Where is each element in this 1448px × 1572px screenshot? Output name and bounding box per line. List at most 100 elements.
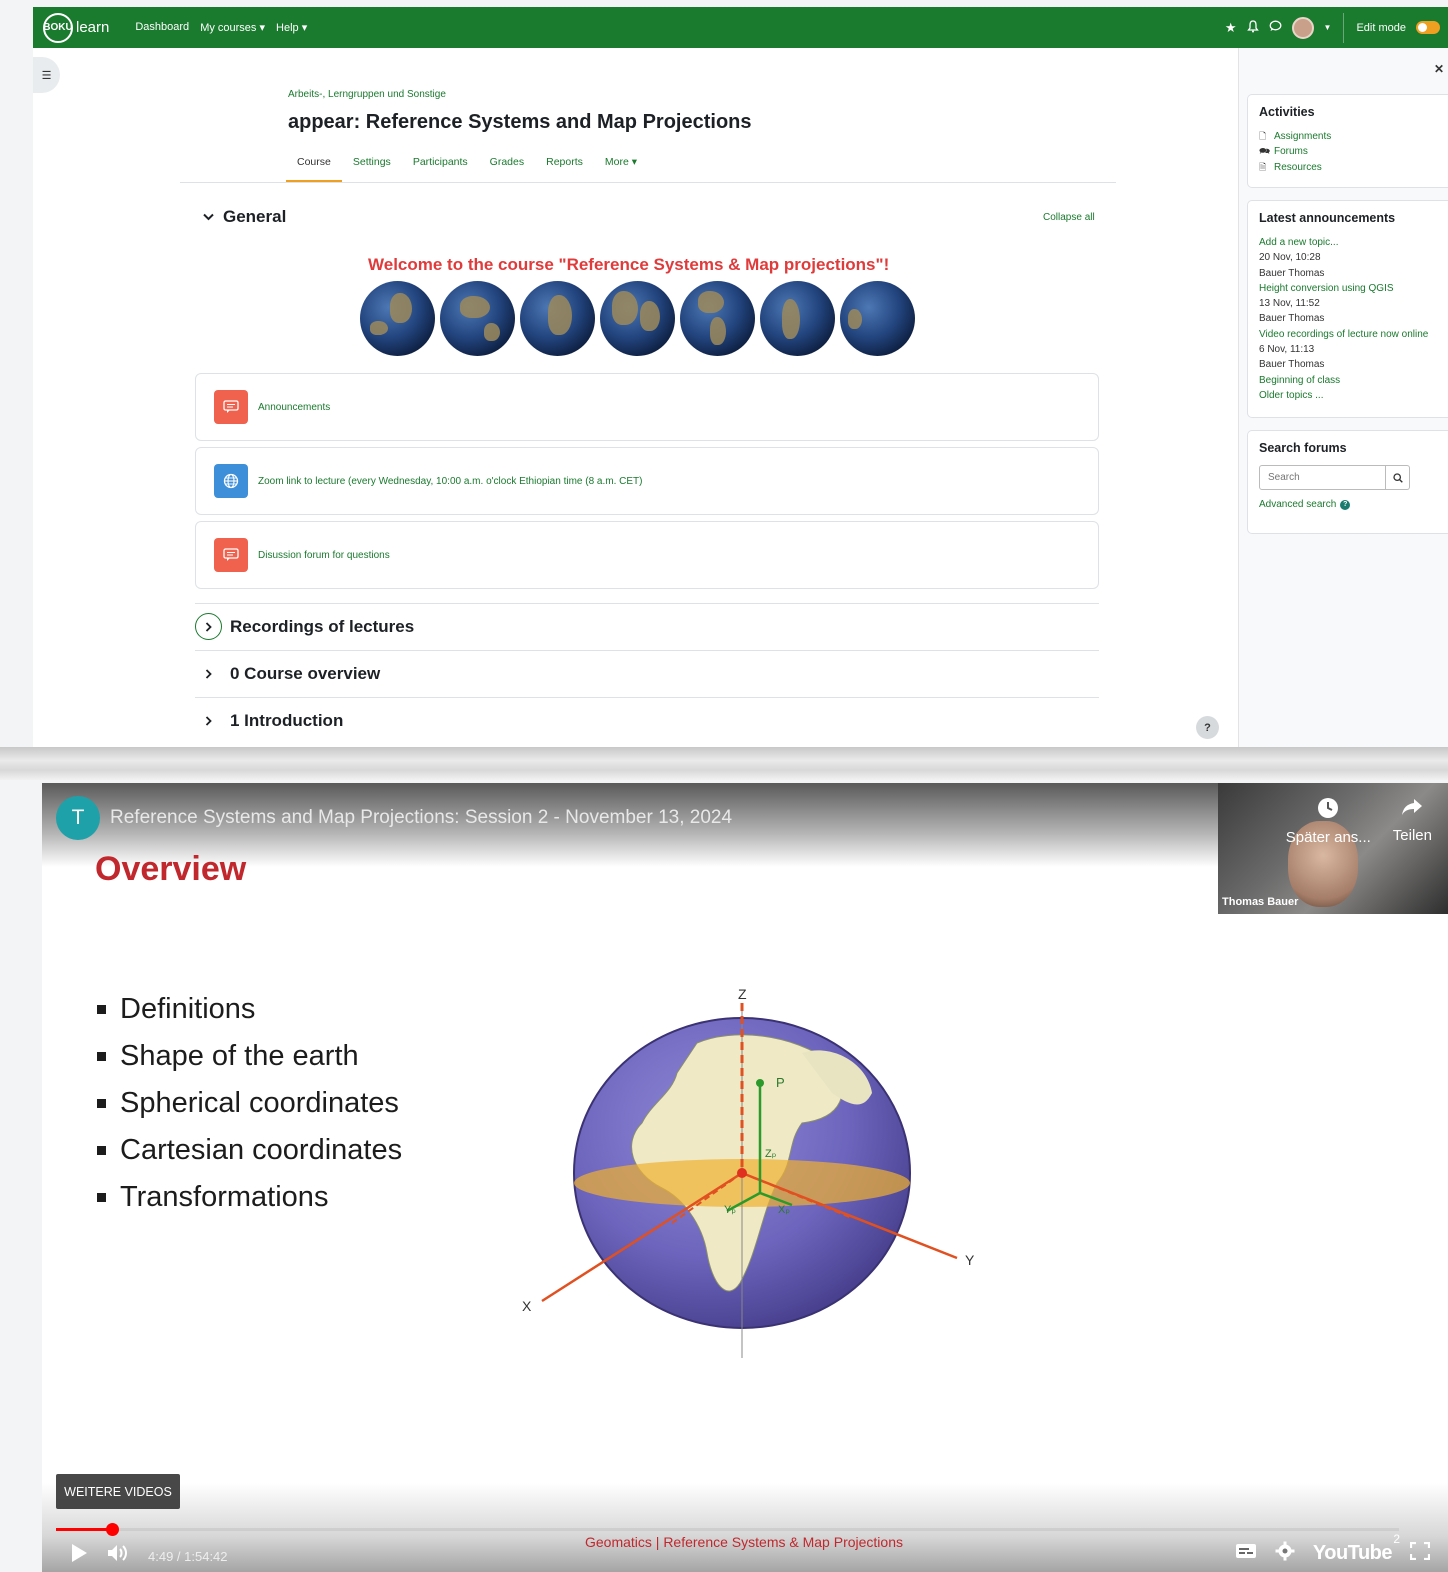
collapse-all-link[interactable]: Collapse all	[1043, 212, 1095, 223]
progress-fill	[56, 1528, 113, 1531]
volume-icon[interactable]	[106, 1543, 130, 1569]
chevron-right-icon[interactable]	[195, 668, 222, 679]
section-course-overview[interactable]: 0 Course overview	[195, 650, 1099, 696]
watch-later-button[interactable]: Später ans...	[1286, 797, 1371, 846]
globe-image	[760, 281, 835, 356]
older-topics-link[interactable]: Older topics ...	[1259, 388, 1438, 403]
close-icon[interactable]: ✕	[1434, 62, 1444, 76]
block-activities: Activities 🗋 Assignments 🗪 Forums 🗎 Resourc…	[1247, 94, 1448, 188]
user-avatar[interactable]	[1291, 16, 1314, 39]
link-label[interactable]: Assignments	[1274, 129, 1331, 144]
coord-label-zp: Zₚ	[765, 1148, 777, 1160]
breadcrumb[interactable]: Arbeits-, Lerngruppen und Sonstige	[288, 89, 446, 100]
tab-reports[interactable]: Reports	[535, 153, 594, 182]
axis-label-z: Z	[738, 986, 747, 1002]
globe-banner	[360, 281, 915, 356]
earth-coordinate-diagram: Z X Y P Zₚ Xₚ Yₚ	[522, 986, 975, 1358]
advanced-search-link[interactable]: Advanced search	[1259, 499, 1336, 510]
chat-icon[interactable]	[1269, 20, 1282, 35]
coord-label-xp: Xₚ	[778, 1204, 790, 1216]
link-label[interactable]: Forums	[1274, 144, 1308, 159]
section-recordings[interactable]: Recordings of lectures	[195, 603, 1099, 649]
section-introduction[interactable]: 1 Introduction	[195, 697, 1099, 743]
channel-avatar[interactable]: T	[56, 796, 100, 840]
site-logo[interactable]: BOKU learn	[43, 12, 110, 43]
slide-bullet-list: Definitions Shape of the earth Spherical…	[97, 986, 402, 1221]
chevron-right-icon[interactable]	[195, 613, 222, 640]
activity-zoom-link[interactable]: Zoom link to lecture (every Wednesday, 1…	[195, 447, 1099, 515]
file-icon: 🗎	[1259, 161, 1267, 172]
tab-course[interactable]: Course	[286, 153, 342, 182]
announcement-link[interactable]: Video recordings of lecture now online	[1259, 327, 1438, 342]
edit-mode-toggle[interactable]	[1416, 21, 1440, 34]
star-icon[interactable]: ★	[1225, 20, 1237, 36]
clock-icon	[1317, 797, 1339, 823]
announcement-link[interactable]: Height conversion using QGIS	[1259, 281, 1438, 296]
forum-small-icon: 🗪	[1259, 146, 1271, 157]
block-drawer: ✕ Activities 🗋 Assignments 🗪 Forums 🗎 Resou…	[1238, 48, 1448, 747]
axis-label-x: X	[522, 1298, 532, 1314]
video-player[interactable]: T Reference Systems and Map Projections:…	[42, 783, 1448, 1572]
activity-discussion-forum[interactable]: Disussion forum for questions	[195, 521, 1099, 589]
moodle-window: BOKU learn Dashboard My courses ▾ Help ▾…	[33, 7, 1448, 747]
assignment-icon: 🗋	[1259, 131, 1267, 141]
nav-help[interactable]: Help ▾	[276, 21, 307, 34]
subtitles-icon[interactable]	[1235, 1543, 1257, 1564]
announcement-date: 13 Nov, 11:52	[1259, 298, 1320, 310]
block-search-forums: Search forums Advanced search ?	[1247, 430, 1448, 534]
progress-bar[interactable]	[56, 1523, 1399, 1536]
forum-icon	[214, 390, 248, 424]
tab-grades[interactable]: Grades	[479, 153, 535, 182]
youtube-logo[interactable]: YouTube 2	[1313, 1532, 1400, 1565]
fullscreen-icon[interactable]	[1409, 1541, 1431, 1565]
globe-image	[600, 281, 675, 356]
page-title: appear: Reference Systems and Map Projec…	[288, 111, 752, 133]
tab-participants[interactable]: Participants	[402, 153, 479, 182]
share-icon	[1400, 797, 1424, 821]
search-icon[interactable]	[1386, 465, 1410, 490]
tab-more[interactable]: More ▾	[594, 153, 648, 182]
activity-label[interactable]: Announcements	[258, 402, 330, 413]
slide-bullet: Cartesian coordinates	[97, 1127, 402, 1174]
course-index-toggle-icon[interactable]: ☰	[33, 57, 60, 93]
globe-image	[840, 281, 915, 356]
announcement-author: Bauer Thomas	[1259, 359, 1325, 371]
video-title[interactable]: Reference Systems and Map Projections: S…	[110, 807, 732, 829]
slide-bullet: Transformations	[97, 1174, 402, 1221]
block-title: Latest announcements	[1259, 211, 1396, 225]
section-general-header[interactable]: General	[203, 207, 286, 227]
help-button[interactable]: ?	[1196, 716, 1219, 739]
nav-my-courses[interactable]: My courses ▾	[200, 21, 265, 34]
forum-icon	[214, 538, 248, 572]
welcome-heading: Welcome to the course "Reference Systems…	[368, 255, 890, 274]
activity-label[interactable]: Disussion forum for questions	[258, 550, 390, 561]
chevron-down-icon[interactable]	[203, 210, 214, 224]
coord-label-yp: Yₚ	[724, 1204, 736, 1216]
play-icon[interactable]	[70, 1543, 88, 1569]
add-topic-link[interactable]: Add a new topic...	[1259, 235, 1438, 250]
link-assignments[interactable]: 🗋 Assignments	[1259, 129, 1438, 144]
axis-label-y: Y	[965, 1252, 975, 1268]
link-forums[interactable]: 🗪 Forums	[1259, 144, 1438, 159]
share-label: Teilen	[1392, 827, 1432, 844]
activity-label[interactable]: Zoom link to lecture (every Wednesday, 1…	[258, 476, 642, 487]
slide-title: Overview	[95, 850, 247, 888]
logo-text: learn	[76, 19, 110, 36]
tab-settings[interactable]: Settings	[342, 153, 402, 182]
activity-announcements[interactable]: Announcements	[195, 373, 1099, 441]
announcement-link[interactable]: Beginning of class	[1259, 373, 1438, 388]
more-videos-button[interactable]: WEITERE VIDEOS	[56, 1474, 180, 1509]
user-menu-chevron-icon[interactable]: ▼	[1324, 23, 1332, 32]
announcement-author: Bauer Thomas	[1259, 267, 1325, 279]
chevron-right-icon[interactable]	[195, 715, 222, 726]
nav-dashboard[interactable]: Dashboard	[135, 21, 189, 34]
share-button[interactable]: Teilen	[1393, 797, 1432, 846]
link-label[interactable]: Resources	[1274, 160, 1322, 175]
globe-image	[360, 281, 435, 356]
bell-icon[interactable]	[1246, 19, 1259, 36]
settings-gear-icon[interactable]	[1275, 1541, 1295, 1566]
search-input[interactable]	[1259, 465, 1386, 490]
help-icon[interactable]: ?	[1340, 499, 1351, 510]
link-resources[interactable]: 🗎 Resources	[1259, 160, 1438, 175]
block-latest-announcements: Latest announcements Add a new topic... …	[1247, 200, 1448, 418]
